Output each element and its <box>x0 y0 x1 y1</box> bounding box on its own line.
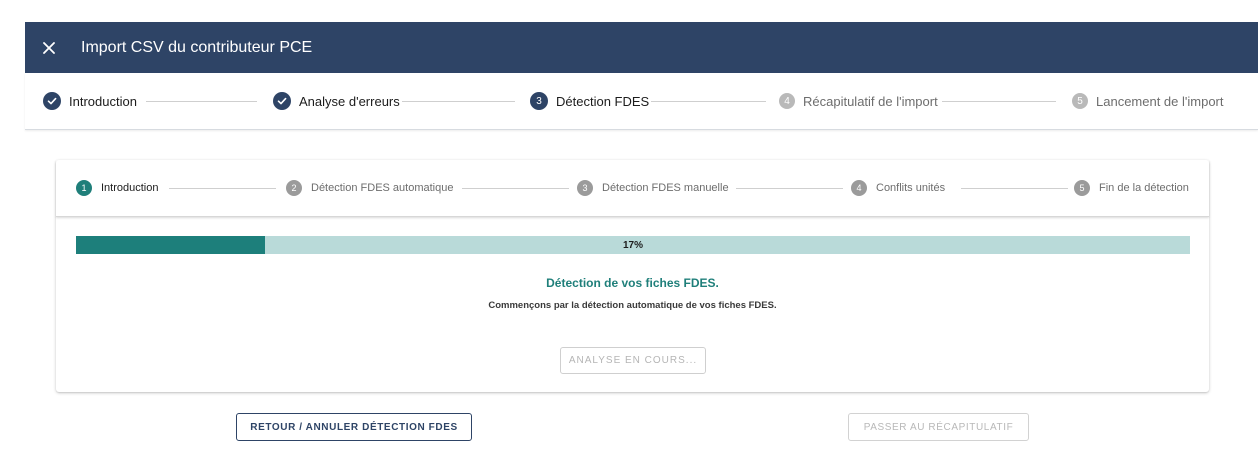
analyse-en-cours-button[interactable]: ANALYSE EN COURS... <box>560 347 706 374</box>
main-step-detection[interactable]: 3 Détection FDES <box>530 73 649 129</box>
main-step-label: Lancement de l'import <box>1096 93 1224 109</box>
main-step-label: Détection FDES <box>556 93 650 109</box>
step-connector <box>462 188 569 189</box>
check-icon <box>273 92 291 110</box>
main-step-label: Récapitulatif de l'import <box>803 93 938 109</box>
check-icon <box>43 92 61 110</box>
main-stepper: Introduction Analyse d'erreurs 3 Détecti… <box>25 73 1258 130</box>
step-number-badge: 3 <box>530 92 548 110</box>
close-icon <box>43 41 55 54</box>
step-connector <box>169 188 276 189</box>
sub-step-fin[interactable]: 5 Fin de la détection <box>1074 160 1189 216</box>
sub-step-label: Conflits unités <box>876 182 946 194</box>
step-connector <box>651 101 766 102</box>
close-button[interactable] <box>39 38 59 58</box>
detection-card: 1 Introduction 2 Détection FDES automati… <box>56 160 1209 392</box>
sub-step-introduction[interactable]: 1 Introduction <box>76 160 158 216</box>
sub-step-label: Introduction <box>101 182 159 194</box>
step-connector <box>402 101 515 102</box>
sub-step-label: Fin de la détection <box>1099 182 1189 194</box>
import-dialog: Import CSV du contributeur PCE Introduct… <box>25 22 1258 464</box>
main-step-introduction[interactable]: Introduction <box>43 73 137 129</box>
step-number-badge: 1 <box>76 180 92 196</box>
step-connector <box>942 101 1056 102</box>
step-number-badge: 4 <box>779 93 795 109</box>
step-number-badge: 5 <box>1072 93 1088 109</box>
progress-label: 17% <box>622 239 643 251</box>
main-step-label: Analyse d'erreurs <box>299 93 400 109</box>
step-number-badge: 2 <box>286 180 302 196</box>
main-step-label: Introduction <box>69 93 137 109</box>
dialog-header: Import CSV du contributeur PCE <box>25 22 1258 73</box>
sub-step-label: Détection FDES manuelle <box>602 182 729 194</box>
sub-step-conflits[interactable]: 4 Conflits unités <box>851 160 945 216</box>
dialog-title: Import CSV du contributeur PCE <box>81 38 313 56</box>
detection-subtext: Commençons par la détection automatique … <box>488 300 777 311</box>
detection-heading: Détection de vos fiches FDES. <box>546 276 719 290</box>
step-number-badge: 3 <box>577 180 593 196</box>
step-connector <box>961 188 1068 189</box>
step-connector <box>736 188 843 189</box>
retour-annuler-button[interactable]: RETOUR / ANNULER DÉTECTION FDES <box>236 413 472 441</box>
step-connector <box>146 101 257 102</box>
main-step-analyse[interactable]: Analyse d'erreurs <box>273 73 400 129</box>
sub-step-auto[interactable]: 2 Détection FDES automatique <box>286 160 453 216</box>
step-number-badge: 4 <box>851 180 867 196</box>
passer-recapitulatif-button[interactable]: PASSER AU RÉCAPITULATIF <box>848 413 1029 441</box>
sub-step-manuelle[interactable]: 3 Détection FDES manuelle <box>577 160 729 216</box>
main-step-recap[interactable]: 4 Récapitulatif de l'import <box>779 73 938 129</box>
main-step-lancement[interactable]: 5 Lancement de l'import <box>1072 73 1224 129</box>
sub-step-label: Détection FDES automatique <box>311 182 454 194</box>
progress-bar: 17% <box>76 236 1190 254</box>
step-number-badge: 5 <box>1074 180 1090 196</box>
sub-stepper: 1 Introduction 2 Détection FDES automati… <box>56 160 1209 217</box>
